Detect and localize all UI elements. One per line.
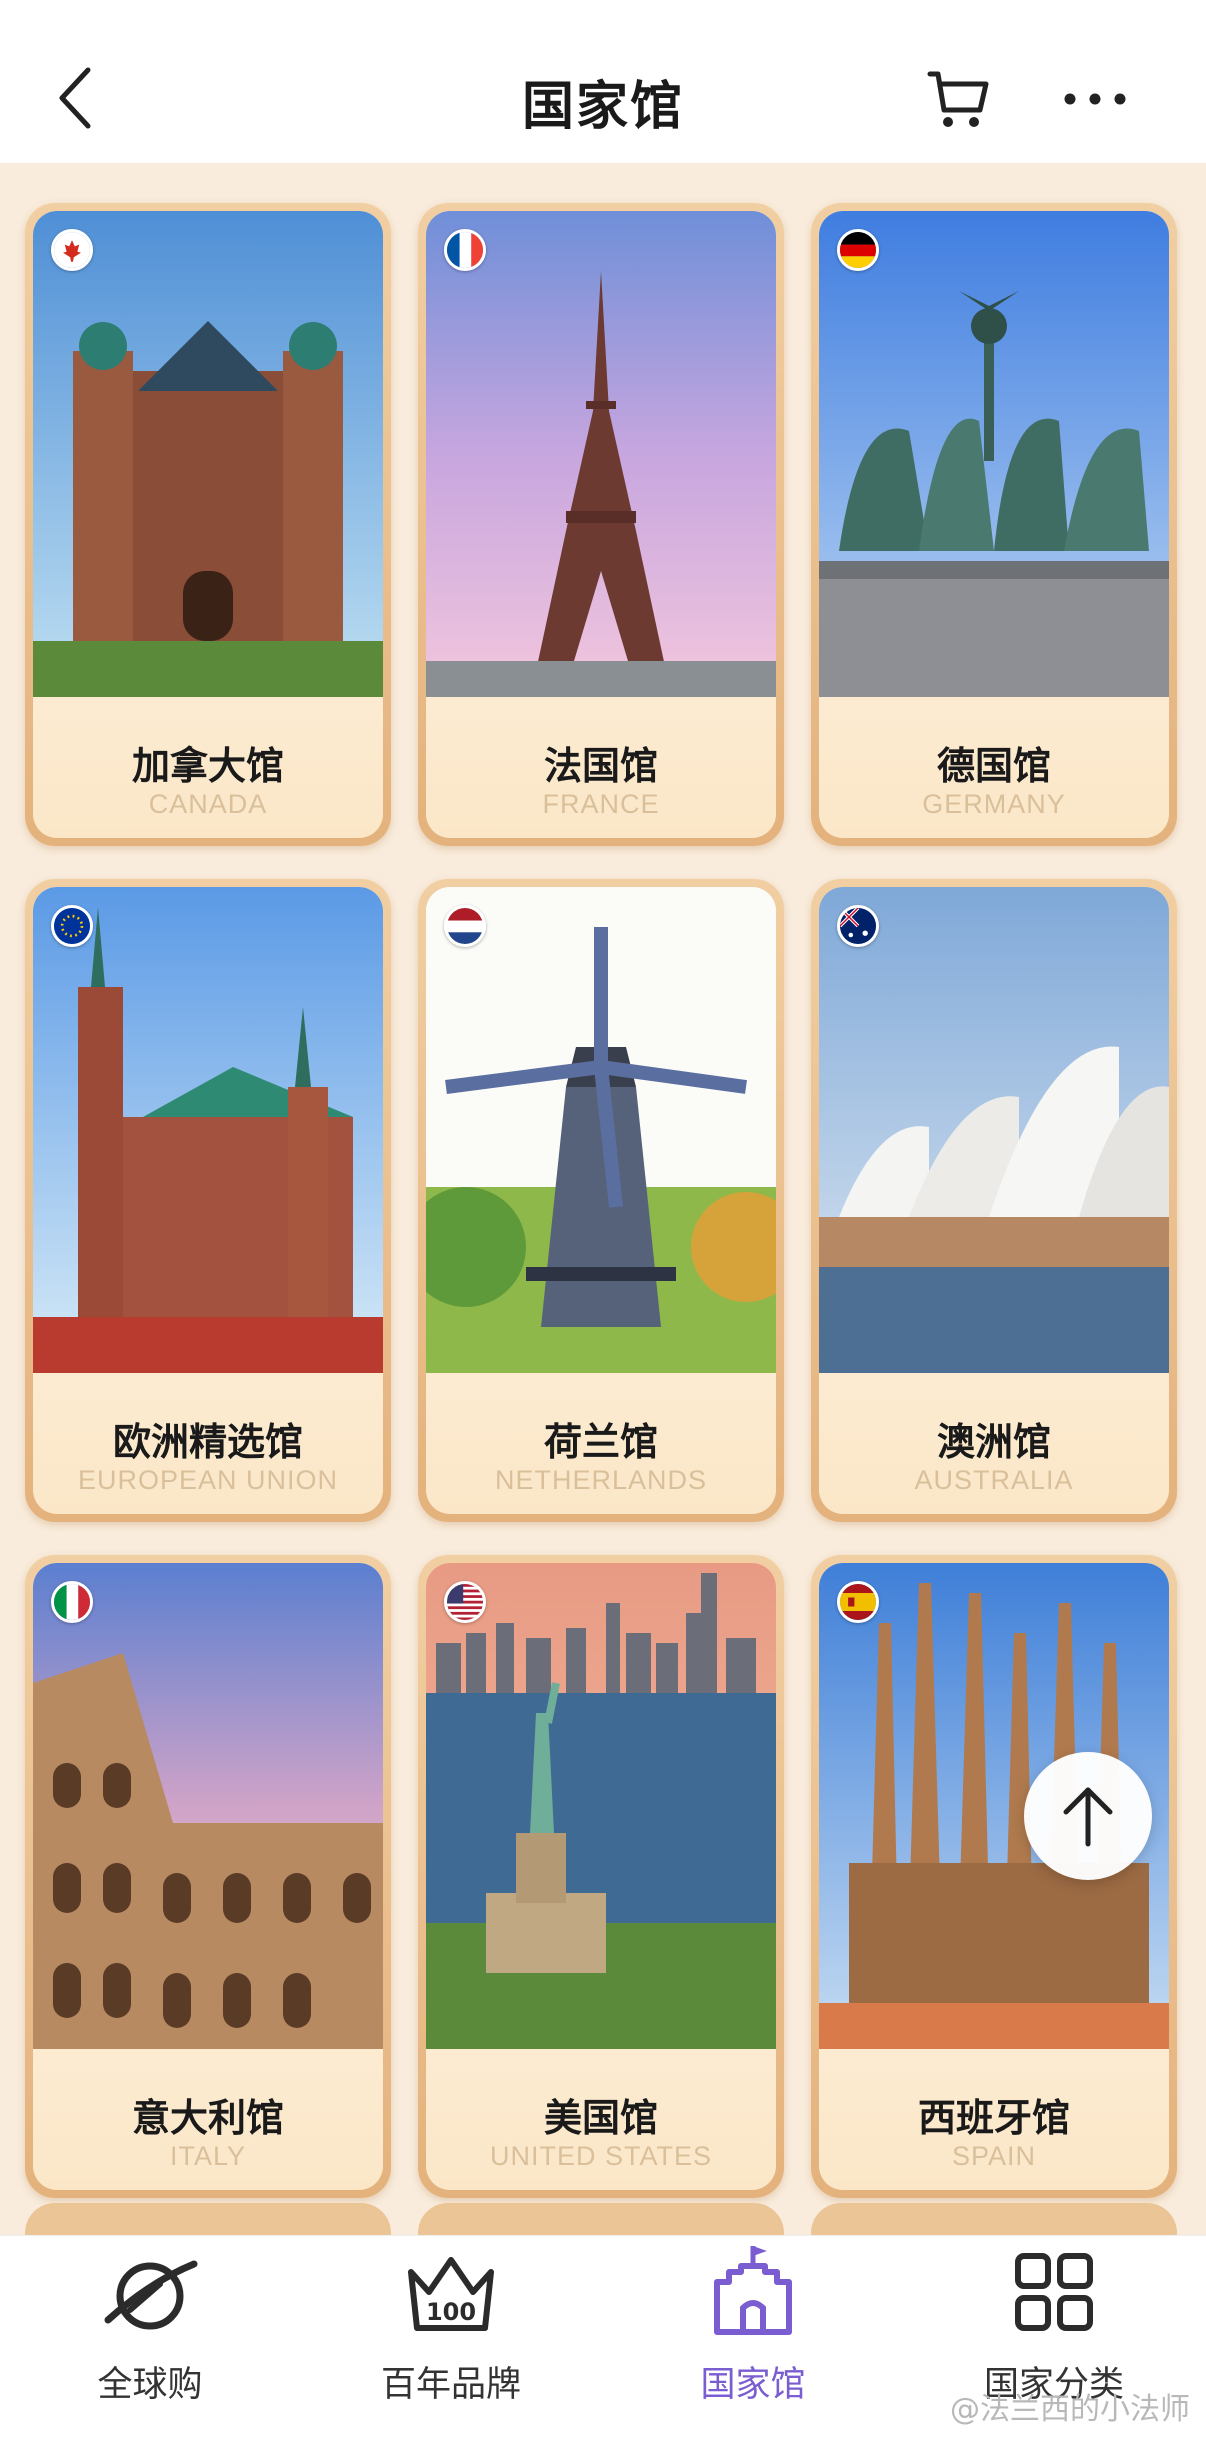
arrow-up-icon xyxy=(1063,1787,1113,1847)
usa-flag-icon xyxy=(444,1581,486,1623)
next-row-peek xyxy=(25,2203,1185,2235)
italy-landmark-image xyxy=(33,1563,383,2049)
page-title: 国家馆 xyxy=(521,77,684,137)
pavilion-name: 澳洲馆 xyxy=(936,1420,1051,1464)
tab-label: 国家馆 xyxy=(700,2365,806,2405)
back-to-top-button[interactable] xyxy=(1024,1752,1152,1880)
pavilion-name: 欧洲精选馆 xyxy=(112,1420,303,1464)
card-peek xyxy=(25,2203,391,2235)
eu-flag-icon xyxy=(51,905,93,947)
pavilion-list: 加拿大馆 CANADA 法国馆 FRANCE 德国馆 GERMANY 欧洲精选馆… xyxy=(0,163,1206,2235)
germany-landmark-image xyxy=(819,211,1169,697)
tab-global-shopping[interactable]: 全球购 xyxy=(0,2236,300,2438)
tab-country-pavilion[interactable]: 国家馆 xyxy=(603,2236,903,2438)
castle-icon xyxy=(714,2246,792,2335)
planet-icon xyxy=(104,2260,198,2330)
canada-flag-icon xyxy=(51,229,93,271)
netherlands-flag-icon xyxy=(444,905,486,947)
tab-label: 全球购 xyxy=(97,2365,203,2405)
pavilion-card-netherlands[interactable]: 荷兰馆 NETHERLANDS xyxy=(418,879,784,1522)
pavilion-en-name: CANADA xyxy=(148,789,268,819)
pavilion-en-name: UNITED STATES xyxy=(489,2141,712,2171)
pavilion-grid: 加拿大馆 CANADA 法国馆 FRANCE 德国馆 GERMANY 欧洲精选馆… xyxy=(25,203,1185,2198)
pavilion-name: 美国馆 xyxy=(543,2096,658,2140)
pavilion-name: 加拿大馆 xyxy=(131,744,284,788)
pavilion-en-name: GERMANY xyxy=(922,789,1066,819)
pavilion-en-name: FRANCE xyxy=(542,789,660,819)
italy-flag-icon xyxy=(51,1581,93,1623)
pavilion-card-european-union[interactable]: 欧洲精选馆 EUROPEAN UNION xyxy=(25,879,391,1522)
australia-landmark-image xyxy=(819,887,1169,1373)
pavilion-card-italy[interactable]: 意大利馆 ITALY xyxy=(25,1555,391,2198)
svg-text:100: 100 xyxy=(426,2298,476,2326)
card-peek xyxy=(811,2203,1177,2235)
pavilion-en-name: EUROPEAN UNION xyxy=(77,1465,339,1495)
australia-flag-icon xyxy=(837,905,879,947)
more-button[interactable] xyxy=(1060,84,1130,114)
pavilion-card-germany[interactable]: 德国馆 GERMANY xyxy=(811,203,1177,846)
pavilion-card-canada[interactable]: 加拿大馆 CANADA xyxy=(25,203,391,846)
grid-icon xyxy=(1015,2253,1093,2331)
cart-button[interactable] xyxy=(926,66,990,130)
watermark: @法兰西的小法师 xyxy=(950,2392,1190,2427)
bottom-tab-bar: 全球购 100 百年品牌 国家馆 国家分类 @法兰西的小法师 xyxy=(0,2235,1206,2438)
pavilion-card-australia[interactable]: 澳洲馆 AUSTRALIA xyxy=(811,879,1177,1522)
spain-flag-icon xyxy=(837,1581,879,1623)
pavilion-name: 法国馆 xyxy=(543,744,658,788)
pavilion-en-name: AUSTRALIA xyxy=(914,1465,1074,1495)
pavilion-en-name: NETHERLANDS xyxy=(494,1465,708,1495)
canada-landmark-image xyxy=(33,211,383,697)
card-peek xyxy=(418,2203,784,2235)
top-bar: 国家馆 xyxy=(0,0,1206,163)
pavilion-en-name: ITALY xyxy=(169,2141,247,2171)
france-landmark-image xyxy=(426,211,776,697)
more-dots-icon xyxy=(1064,93,1126,105)
pavilion-name: 西班牙馆 xyxy=(917,2096,1070,2140)
pavilion-card-spain[interactable]: 西班牙馆 SPAIN xyxy=(811,1555,1177,2198)
pavilion-en-name: SPAIN xyxy=(951,2141,1037,2171)
germany-flag-icon xyxy=(837,229,879,271)
netherlands-landmark-image xyxy=(426,887,776,1373)
pavilion-card-france[interactable]: 法国馆 FRANCE xyxy=(418,203,784,846)
crown-100-icon: 100 xyxy=(408,2257,494,2331)
pavilion-name: 意大利馆 xyxy=(131,2096,284,2140)
tab-label: 百年品牌 xyxy=(380,2365,521,2405)
tab-century-brands[interactable]: 100 百年品牌 xyxy=(301,2236,601,2438)
cart-icon xyxy=(927,71,989,127)
pavilion-name: 荷兰馆 xyxy=(543,1420,658,1464)
france-flag-icon xyxy=(444,229,486,271)
usa-landmark-image xyxy=(426,1563,776,2049)
pavilion-name: 德国馆 xyxy=(936,744,1051,788)
pavilion-card-united-states[interactable]: 美国馆 UNITED STATES xyxy=(418,1555,784,2198)
eu-landmark-image xyxy=(33,887,383,1373)
